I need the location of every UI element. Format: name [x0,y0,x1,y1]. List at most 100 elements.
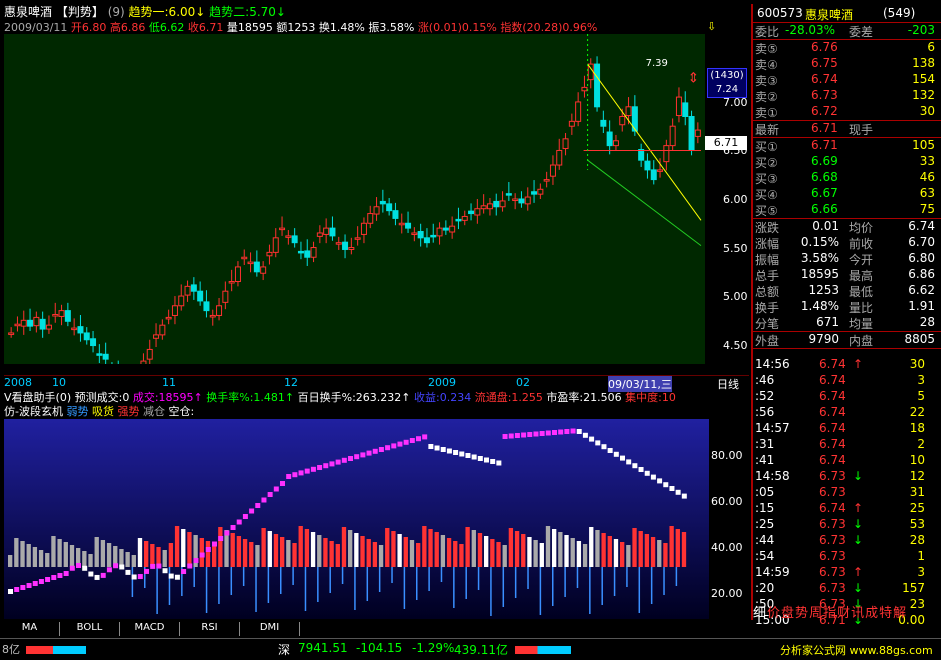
weak-bar [440,567,443,582]
wave-bar [434,532,439,567]
ma-box: (1430) 7.24 [707,68,747,98]
tab-ma[interactable]: MA [0,622,60,636]
wave-bar [119,549,124,567]
label: 总额 [755,285,780,299]
wave-bar [280,537,285,567]
candle [178,284,185,311]
wave-bar [545,526,551,567]
panel-tab[interactable]: 价 [767,606,780,621]
tick-volume: 30 [909,357,925,371]
wave-point [582,432,588,438]
volume: 30 [919,104,935,118]
candle [27,308,34,331]
panel-tab[interactable]: 指 [823,606,836,621]
wave-bar [397,534,402,567]
weak-bar [366,567,369,601]
candle [96,344,103,364]
tab-macd[interactable]: MACD [120,622,180,636]
value: 28 [919,315,935,329]
formula-tag[interactable]: 【判势】 [56,5,104,19]
weak-bar [663,567,665,595]
tab-boll[interactable]: BOLL [60,622,120,636]
last-row: 最新 6.71 现手 [753,121,939,137]
tick-volume: 5 [917,389,925,403]
panel-tab[interactable]: 周 [809,606,822,621]
panel-tab[interactable]: 讯 [851,606,864,621]
value: -203 [907,23,935,37]
wave-point [119,564,125,570]
candle [329,216,336,241]
tick-arrow-icon: ↑ [853,501,864,515]
wave-point [354,454,360,460]
tick-price: 6.73 [819,485,846,499]
status-pct: -1.29% [412,641,455,655]
tick-price: 6.74 [819,405,846,419]
panel-tab[interactable]: 成 [865,606,878,621]
indicator-tick: 20.00 [711,587,743,600]
value: 1.48% [800,299,839,313]
label: 卖① [755,106,778,120]
stat-row: 振幅 3.58% 今开 6.80 [753,251,939,267]
status-left: 8亿 [2,643,20,656]
quote-amplitude: 振3.58% [368,21,415,34]
weak-bar [255,567,257,612]
wave-bar [304,529,310,567]
indicator-line-2: 仿-波段玄机 弱势 吸货 强势 减仓 空仓: [4,403,744,418]
wave-point [471,454,477,460]
wave-bar [205,541,211,567]
candle [171,296,178,325]
weak-bar [564,567,566,597]
panel-tab[interactable]: 势 [795,606,808,621]
wave-point [168,573,174,579]
tick-row: 14:56 6.74 ↑ 30 [753,357,939,373]
tick-price: 6.74 [819,501,846,515]
label: 最新 [755,123,780,137]
ind2-reduce: 减仓 [142,405,165,418]
stock-number: (549) [883,6,916,20]
wave-bar [558,532,563,567]
candle [474,199,481,224]
panel-tab[interactable]: 盘 [781,606,794,621]
candlestick-chart[interactable]: 7.394.07⇕ [4,34,705,364]
wave-bar [57,539,62,567]
candle [543,171,550,188]
site-link[interactable]: 分析家公式网 www.88gs.com [780,642,933,658]
wave-bar [63,542,68,567]
candle [417,223,424,247]
tick-time: :31 [755,437,775,451]
volume: 63 [919,186,935,200]
panel-tab[interactable]: 解 [893,606,906,621]
panel-tab[interactable]: 特 [879,606,892,621]
candle [373,197,380,221]
panel-stock-name: 惠泉啤酒 [805,8,854,22]
wave-point [403,439,409,445]
value: 1.91 [908,299,935,313]
quote-change: 涨(0.01)0.15% [417,21,497,34]
wave-bar [589,527,594,567]
stock-name[interactable]: 惠泉啤酒 [4,5,52,19]
tick-volume: 3 [917,565,925,579]
tab-rsi[interactable]: RSI [180,622,240,636]
tick-volume: 10 [909,453,925,467]
wave-point [106,567,112,573]
weak-bar [131,567,134,597]
tab-dmi[interactable]: DMI [240,622,300,636]
indicator-tick: 80.00 [711,449,743,462]
panel-tab[interactable]: 财 [837,606,850,621]
tick-row: :05 6.73 31 [753,485,939,501]
weak-bar [304,567,307,611]
ind2-title[interactable]: 仿-波段玄机 [4,405,63,418]
buy-row: 买① 6.71 105 [753,138,939,154]
candle [285,230,292,245]
wave-bar [539,543,544,567]
status-change: -104.15 [356,641,403,655]
panel-tab[interactable]: 细 [753,606,766,621]
wave-indicator-chart[interactable] [4,419,709,619]
label: 买② [755,156,778,170]
arrow-down-icon[interactable]: ⇩ [707,20,721,33]
panel-title[interactable]: 600573 惠泉啤酒 (549) [753,6,939,22]
label: 委差 [849,25,874,39]
tick-row: 14:59 6.73 ↑ 3 [753,565,939,581]
label: 换手 [755,301,780,315]
tick-arrow-icon: ↑ [853,565,864,579]
